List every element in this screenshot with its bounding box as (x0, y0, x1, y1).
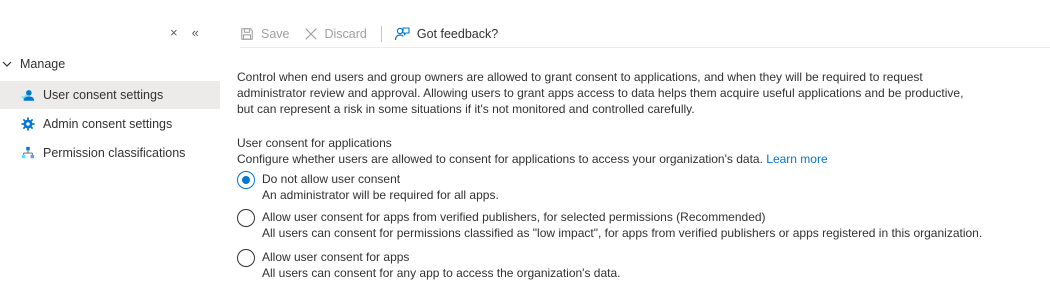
option-description: All users can consent for permissions cl… (262, 226, 983, 240)
save-label: Save (261, 26, 290, 41)
learn-more-link[interactable]: Learn more (766, 152, 827, 166)
radio-button[interactable] (237, 209, 255, 227)
section-description: Configure whether users are allowed to c… (237, 152, 828, 166)
radio-option-allow-all[interactable]: Allow user consent for apps All users ca… (237, 249, 621, 281)
sidebar-item-user-consent-settings[interactable]: User consent settings (0, 81, 220, 109)
radio-button-selected[interactable] (237, 171, 255, 189)
main-content: Control when end users and group owners … (237, 69, 997, 280)
radio-button[interactable] (237, 249, 255, 267)
sidebar: × « Manage User consent settings Admin c… (0, 0, 220, 302)
radio-option-verified-publishers[interactable]: Allow user consent for apps from verifie… (237, 209, 982, 241)
save-icon (241, 27, 253, 40)
admin-consent-gear-icon (21, 117, 35, 131)
feedback-button[interactable]: Got feedback? (394, 26, 498, 42)
page-description: Control when end users and group owners … (237, 70, 964, 116)
discard-label: Discard (324, 26, 367, 41)
permission-classifications-icon (21, 146, 35, 160)
option-text: Allow user consent for apps from verifie… (262, 209, 982, 241)
close-icon[interactable]: × (170, 25, 178, 41)
manage-group-header[interactable]: Manage (2, 57, 65, 71)
option-description: All users can consent for any app to acc… (262, 266, 621, 280)
sidebar-item-label: Admin consent settings (43, 117, 173, 131)
option-text: Do not allow user consent An administrat… (262, 171, 499, 203)
section-title: User consent for applications (237, 136, 392, 150)
option-label: Allow user consent for apps (262, 250, 410, 264)
option-text: Allow user consent for apps All users ca… (262, 249, 621, 281)
section-description-text: Configure whether users are allowed to c… (237, 152, 763, 166)
option-label: Do not allow user consent (262, 172, 401, 186)
save-button[interactable]: Save (240, 27, 290, 41)
radio-option-do-not-allow[interactable]: Do not allow user consent An administrat… (237, 171, 499, 203)
sidebar-item-label: Permission classifications (43, 146, 186, 160)
sidebar-item-admin-consent-settings[interactable]: Admin consent settings (0, 110, 220, 138)
collapse-sidebar-icon[interactable]: « (192, 25, 199, 41)
toolbar-divider (380, 25, 382, 42)
command-bar: Save Discard Got feedback? (240, 20, 1050, 48)
sidebar-item-label: User consent settings (43, 88, 164, 102)
discard-icon (304, 27, 317, 40)
sidebar-item-permission-classifications[interactable]: Permission classifications (0, 139, 220, 167)
user-consent-icon (21, 88, 35, 102)
manage-group-label: Manage (20, 57, 66, 71)
sidebar-controls: × « (170, 25, 199, 41)
feedback-icon (394, 26, 410, 40)
feedback-label: Got feedback? (416, 26, 499, 41)
option-description: An administrator will be required for al… (262, 188, 499, 202)
discard-button[interactable]: Discard (304, 27, 367, 41)
option-label: Allow user consent for apps from verifie… (262, 210, 766, 224)
chevron-down-icon (2, 61, 12, 67)
